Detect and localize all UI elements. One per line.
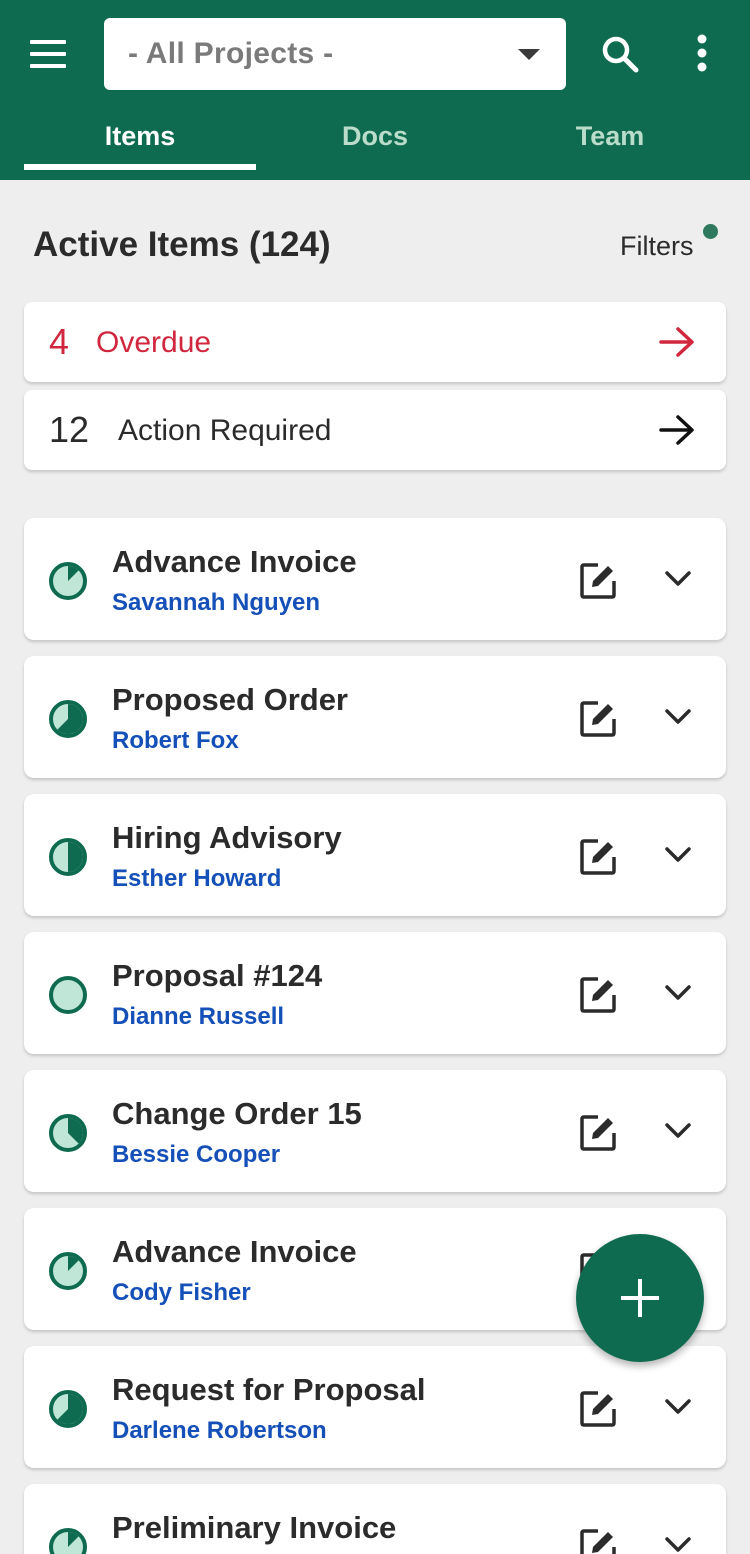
item-title[interactable]: Advance Invoice — [112, 1234, 357, 1270]
item-card[interactable]: Request for Proposal Darlene Robertson — [24, 1346, 726, 1468]
item-title[interactable]: Request for Proposal — [112, 1372, 426, 1408]
tab-docs[interactable]: Docs — [258, 100, 492, 172]
project-select[interactable]: - All Projects - — [104, 18, 566, 90]
hamburger-menu-icon[interactable] — [30, 40, 66, 68]
status-progress-icon — [46, 835, 90, 879]
arrow-right-icon — [658, 414, 696, 446]
item-card[interactable]: Change Order 15 Bessie Cooper — [24, 1070, 726, 1192]
item-card[interactable]: Hiring Advisory Esther Howard — [24, 794, 726, 916]
item-title[interactable]: Proposal #124 — [112, 958, 322, 994]
action-required-count: 12 — [49, 409, 90, 450]
page-title: Active Items (124) — [33, 225, 331, 264]
filters-active-dot — [703, 224, 718, 239]
item-title[interactable]: Proposed Order — [112, 682, 348, 718]
more-vertical-icon[interactable] — [686, 32, 718, 78]
item-assignee-link[interactable]: Robert Fox — [112, 727, 239, 755]
edit-icon[interactable] — [578, 1113, 618, 1153]
chevron-down-icon[interactable] — [662, 704, 694, 730]
tab-team[interactable]: Team — [494, 100, 726, 172]
chevron-down-icon[interactable] — [662, 1394, 694, 1420]
edit-icon[interactable] — [578, 837, 618, 877]
edit-icon[interactable] — [578, 975, 618, 1015]
item-title[interactable]: Advance Invoice — [112, 544, 357, 580]
edit-icon[interactable] — [578, 561, 618, 601]
action-required-summary-card[interactable]: 12 Action Required — [24, 390, 726, 470]
item-assignee-link[interactable]: Esther Howard — [112, 865, 281, 893]
action-required-label: Action Required — [118, 414, 332, 447]
item-assignee-link[interactable]: Dianne Russell — [112, 1003, 284, 1031]
item-card[interactable]: Proposed Order Robert Fox — [24, 656, 726, 778]
item-card[interactable]: Advance Invoice Savannah Nguyen — [24, 518, 726, 640]
chevron-down-icon[interactable] — [662, 1118, 694, 1144]
app-bar: - All Projects - Items Docs Team — [0, 0, 750, 180]
item-assignee-link[interactable]: Savannah Nguyen — [112, 589, 320, 617]
project-select-value: - All Projects - — [128, 37, 334, 70]
edit-icon[interactable] — [578, 699, 618, 739]
chevron-down-icon[interactable] — [662, 980, 694, 1006]
search-icon[interactable] — [598, 32, 644, 78]
active-tab-indicator — [24, 164, 256, 170]
overdue-count: 4 — [49, 321, 70, 362]
status-progress-icon — [46, 1387, 90, 1431]
chevron-down-icon[interactable] — [662, 842, 694, 868]
tab-bar: Items Docs Team — [0, 100, 750, 180]
edit-icon[interactable] — [578, 1389, 618, 1429]
item-assignee-link[interactable]: Bessie Cooper — [112, 1141, 280, 1169]
status-progress-icon — [46, 559, 90, 603]
chevron-down-icon[interactable] — [662, 566, 694, 592]
overdue-label: Overdue — [96, 326, 212, 359]
arrow-right-icon — [658, 326, 696, 358]
plus-icon — [638, 1279, 642, 1317]
item-title[interactable]: Change Order 15 — [112, 1096, 362, 1132]
caret-down-icon — [518, 49, 540, 60]
status-progress-icon — [46, 1111, 90, 1155]
add-item-fab[interactable] — [576, 1234, 704, 1362]
chevron-down-icon[interactable] — [662, 1532, 694, 1554]
item-assignee-link[interactable]: Darlene Robertson — [112, 1417, 327, 1445]
item-card[interactable]: Proposal #124 Dianne Russell — [24, 932, 726, 1054]
item-title[interactable]: Preliminary Invoice — [112, 1510, 396, 1546]
edit-icon[interactable] — [578, 1527, 618, 1554]
status-progress-icon — [46, 697, 90, 741]
overdue-summary-card[interactable]: 4 Overdue — [24, 302, 726, 382]
item-assignee-link[interactable]: Cody Fisher — [112, 1279, 251, 1307]
status-progress-icon — [46, 1525, 90, 1554]
item-card[interactable]: Preliminary Invoice — [24, 1484, 726, 1554]
status-progress-icon — [46, 973, 90, 1017]
tab-items[interactable]: Items — [24, 100, 256, 172]
filters-button[interactable]: Filters — [620, 231, 694, 262]
status-progress-icon — [46, 1249, 90, 1293]
item-title[interactable]: Hiring Advisory — [112, 820, 342, 856]
